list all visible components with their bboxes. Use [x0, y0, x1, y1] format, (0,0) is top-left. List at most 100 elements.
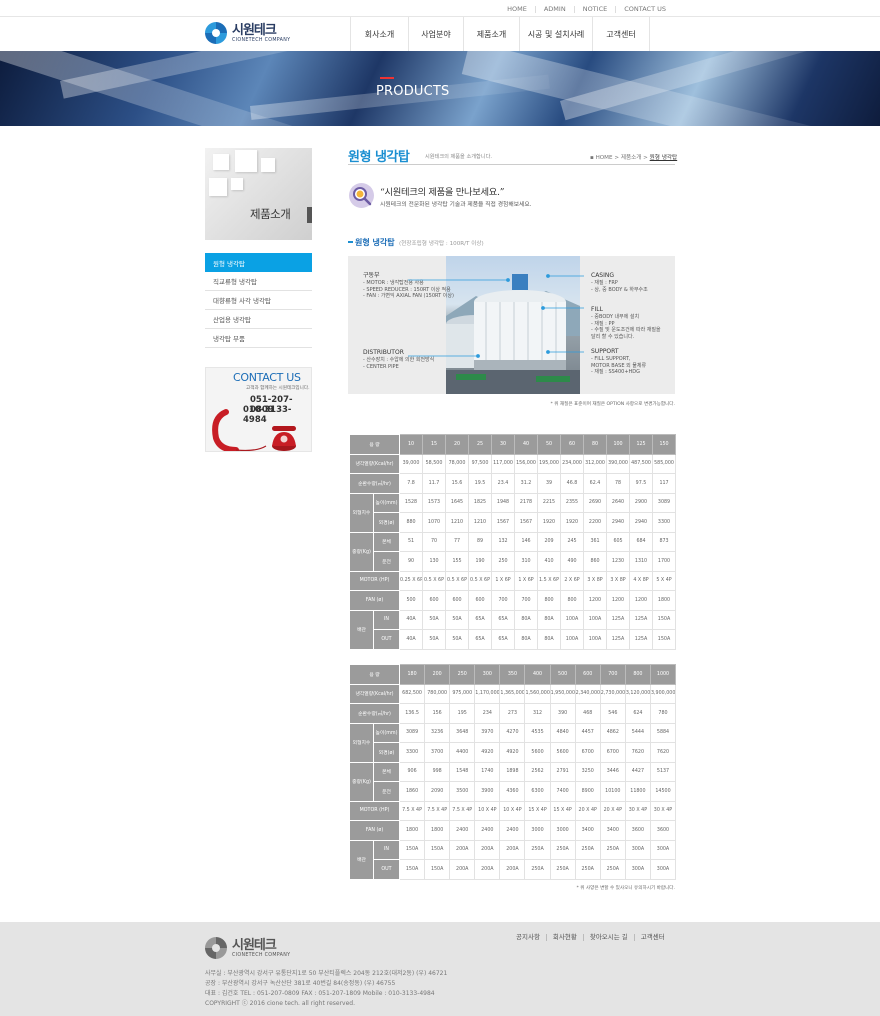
table-cell: 150A [652, 609, 677, 630]
table-cell: 1740 [474, 761, 501, 782]
table-cell: 234 [474, 703, 501, 724]
table-cell: 684 [629, 531, 654, 552]
banner-accent [380, 77, 394, 79]
table-cell: 1200 [606, 590, 631, 611]
table-cell: 7620 [624, 742, 651, 763]
table-cell: 19.5 [468, 473, 493, 494]
sidebar-item-industrial[interactable]: 산업용 냉각탑 [205, 310, 312, 329]
breadcrumb-products[interactable]: 제품소개 [621, 155, 642, 161]
table-cell: 3000 [524, 820, 551, 841]
nav-support[interactable]: 고객센터 [592, 17, 650, 51]
nav-business[interactable]: 사업분야 [408, 17, 463, 51]
row-header: 외경(ø) [372, 742, 401, 763]
table-cell: 150A [424, 859, 451, 880]
table-cell: 1200 [583, 590, 608, 611]
footer-link-company[interactable]: 회사현황 [545, 934, 583, 941]
table-cell: 200A [449, 839, 476, 860]
model-header: 80 [583, 434, 608, 455]
table-cell: 200A [474, 859, 501, 880]
util-admin-link[interactable]: ADMIN [534, 6, 574, 13]
table-cell: 1920 [537, 512, 562, 533]
table-cell: 5444 [624, 722, 651, 743]
breadcrumb: ▪ HOME > 제품소개 > 원형 냉각탑 [590, 155, 678, 161]
table-cell: 4 X 8P [629, 570, 654, 591]
row-header: 본체 [372, 761, 401, 782]
table-cell: 3970 [474, 722, 501, 743]
table-cell: 156,000 [514, 453, 539, 474]
util-notice-link[interactable]: NOTICE [573, 6, 616, 13]
row-header: FAN (ø) [348, 820, 401, 841]
sidebar-item-counterflow[interactable]: 대향류형 사각 냉각탑 [205, 291, 312, 310]
table-cell: 1567 [514, 512, 539, 533]
table-cell: 3300 [399, 742, 426, 763]
nav-cases[interactable]: 시공 및 설치사례 [519, 17, 592, 51]
table-cell: 1567 [491, 512, 516, 533]
table-cell: 250A [549, 859, 576, 880]
table-cell: 80A [537, 629, 562, 650]
table-cell: 1,560,000 [524, 683, 551, 704]
table-cell: 3089 [399, 722, 426, 743]
nav-products[interactable]: 제품소개 [463, 17, 519, 51]
table-cell: 1,950,000 [549, 683, 576, 704]
table-cell: 65A [491, 609, 516, 630]
sidebar-title: 제품소개 [250, 207, 291, 221]
model-header: 125 [629, 434, 654, 455]
table-cell: 300A [624, 839, 651, 860]
model-header: 60 [560, 434, 585, 455]
table-cell: 600 [445, 590, 470, 611]
model-header: 150 [652, 434, 677, 455]
table-cell: 39 [537, 473, 562, 494]
table-cell: 250A [574, 859, 601, 880]
footer-link-support[interactable]: 고객센터 [633, 934, 671, 941]
util-contact-link[interactable]: CONTACT US [615, 6, 674, 13]
nav-company[interactable]: 회사소개 [350, 17, 408, 51]
table-cell: 3400 [574, 820, 601, 841]
magnifier-icon [349, 183, 374, 208]
logo-icon [205, 22, 227, 44]
breadcrumb-home[interactable]: HOME [596, 155, 613, 161]
model-header: 20 [445, 434, 470, 455]
table-cell: 10100 [599, 781, 626, 802]
table-cell: 100A [560, 629, 585, 650]
table-cell: 15 X 4P [524, 800, 551, 821]
util-home-link[interactable]: HOME [499, 6, 535, 13]
table-cell: 1.5 X 6P [537, 570, 562, 591]
table-cell: 156 [424, 703, 451, 724]
row-header: 용 량 [348, 434, 401, 455]
sidebar-item-crossflow[interactable]: 직교류형 냉각탑 [205, 272, 312, 291]
model-header: 200 [424, 664, 451, 685]
model-header: 350 [499, 664, 526, 685]
site-logo[interactable]: 시원테크 CIONETECH COMPANY [205, 22, 290, 44]
table-cell: 3400 [599, 820, 626, 841]
sidebar-item-parts[interactable]: 냉각탑 부품 [205, 329, 312, 348]
table-cell: 700 [491, 590, 516, 611]
table-cell: 150A [424, 839, 451, 860]
row-header: 높이(mm) [372, 722, 401, 743]
table-cell: 1310 [629, 551, 654, 572]
table-cell: 4840 [549, 722, 576, 743]
footer-link-notice[interactable]: 공지사항 [516, 934, 546, 941]
table-cell: 250A [599, 839, 626, 860]
table-cell: 1230 [606, 551, 631, 572]
table-cell: 20 X 4P [599, 800, 626, 821]
table-cell: 3500 [449, 781, 476, 802]
logo-text: 시원테크 [232, 22, 277, 38]
table-cell: 136.5 [399, 703, 426, 724]
table-cell: 0.5 X 6P [468, 570, 493, 591]
footer-link-location[interactable]: 찾아오시는 길 [582, 934, 634, 941]
row-header: 운전 [372, 551, 401, 572]
row-header: 배관 [349, 609, 374, 650]
table-cell: 4360 [499, 781, 526, 802]
sidebar-item-round-tower[interactable]: 원형 냉각탑 [205, 253, 312, 272]
model-header: 25 [468, 434, 493, 455]
model-header: 40 [514, 434, 539, 455]
table-cell: 998 [424, 761, 451, 782]
table-cell: 0.25 X 6P [399, 570, 424, 591]
section-subtitle: (현장조립형 냉각탑 : 100R/T 이상) [399, 241, 484, 247]
table-cell: 23.4 [491, 473, 516, 494]
table-cell: 80A [514, 629, 539, 650]
row-header: IN [372, 609, 401, 630]
table-cell: 3300 [652, 512, 677, 533]
table-cell: 250A [524, 839, 551, 860]
row-header: 높이(mm) [372, 492, 401, 513]
